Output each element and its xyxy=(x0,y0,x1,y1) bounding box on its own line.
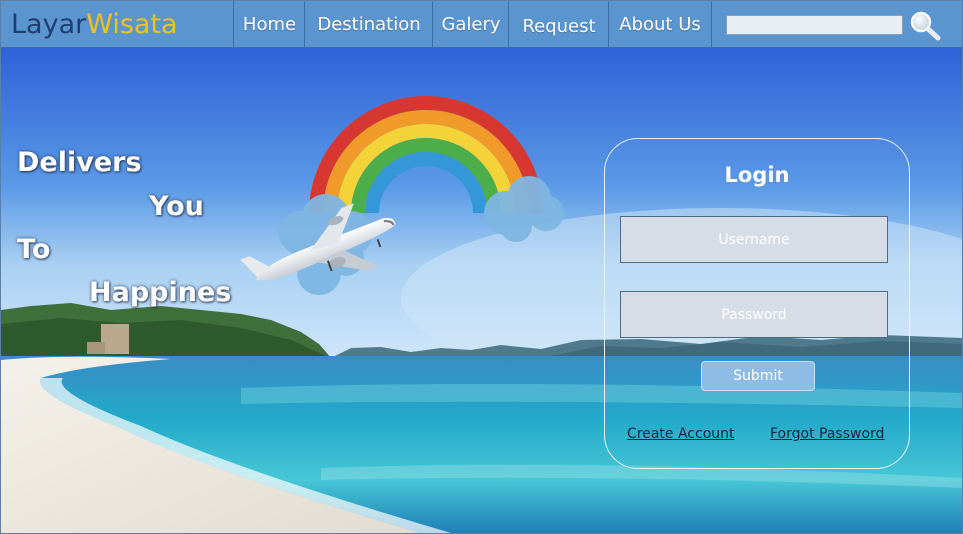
page-frame: LayarWisata Home Destination Galery Requ… xyxy=(0,0,963,534)
tagline-to: To xyxy=(17,234,51,265)
tagline-you: You xyxy=(149,191,204,222)
top-navbar: LayarWisata Home Destination Galery Requ… xyxy=(1,1,962,48)
logo-text-layar: Layar xyxy=(11,9,87,40)
tagline-delivers: Delivers xyxy=(17,147,142,178)
submit-button[interactable]: Submit xyxy=(701,361,815,391)
search-input[interactable] xyxy=(726,15,903,35)
nav-request[interactable]: Request xyxy=(508,1,609,48)
login-panel: Login Submit Create Account Forgot Passw… xyxy=(604,138,910,469)
nav-about-us[interactable]: About Us xyxy=(608,1,712,48)
username-field[interactable] xyxy=(620,216,888,263)
create-account-link[interactable]: Create Account xyxy=(627,426,735,442)
hero-section: Delivers You To Happines Login Submit Cr… xyxy=(1,48,962,533)
logo-text-wisata: Wisata xyxy=(86,9,178,40)
site-logo[interactable]: LayarWisata xyxy=(11,9,178,40)
tagline-happines: Happines xyxy=(89,277,232,308)
nav-home[interactable]: Home xyxy=(233,1,305,48)
password-field[interactable] xyxy=(620,291,888,338)
search-icon[interactable] xyxy=(909,11,941,41)
nav-galery[interactable]: Galery xyxy=(432,1,509,48)
login-title: Login xyxy=(724,163,790,187)
nav-destination[interactable]: Destination xyxy=(304,1,433,48)
forgot-password-link[interactable]: Forgot Password xyxy=(770,426,884,442)
